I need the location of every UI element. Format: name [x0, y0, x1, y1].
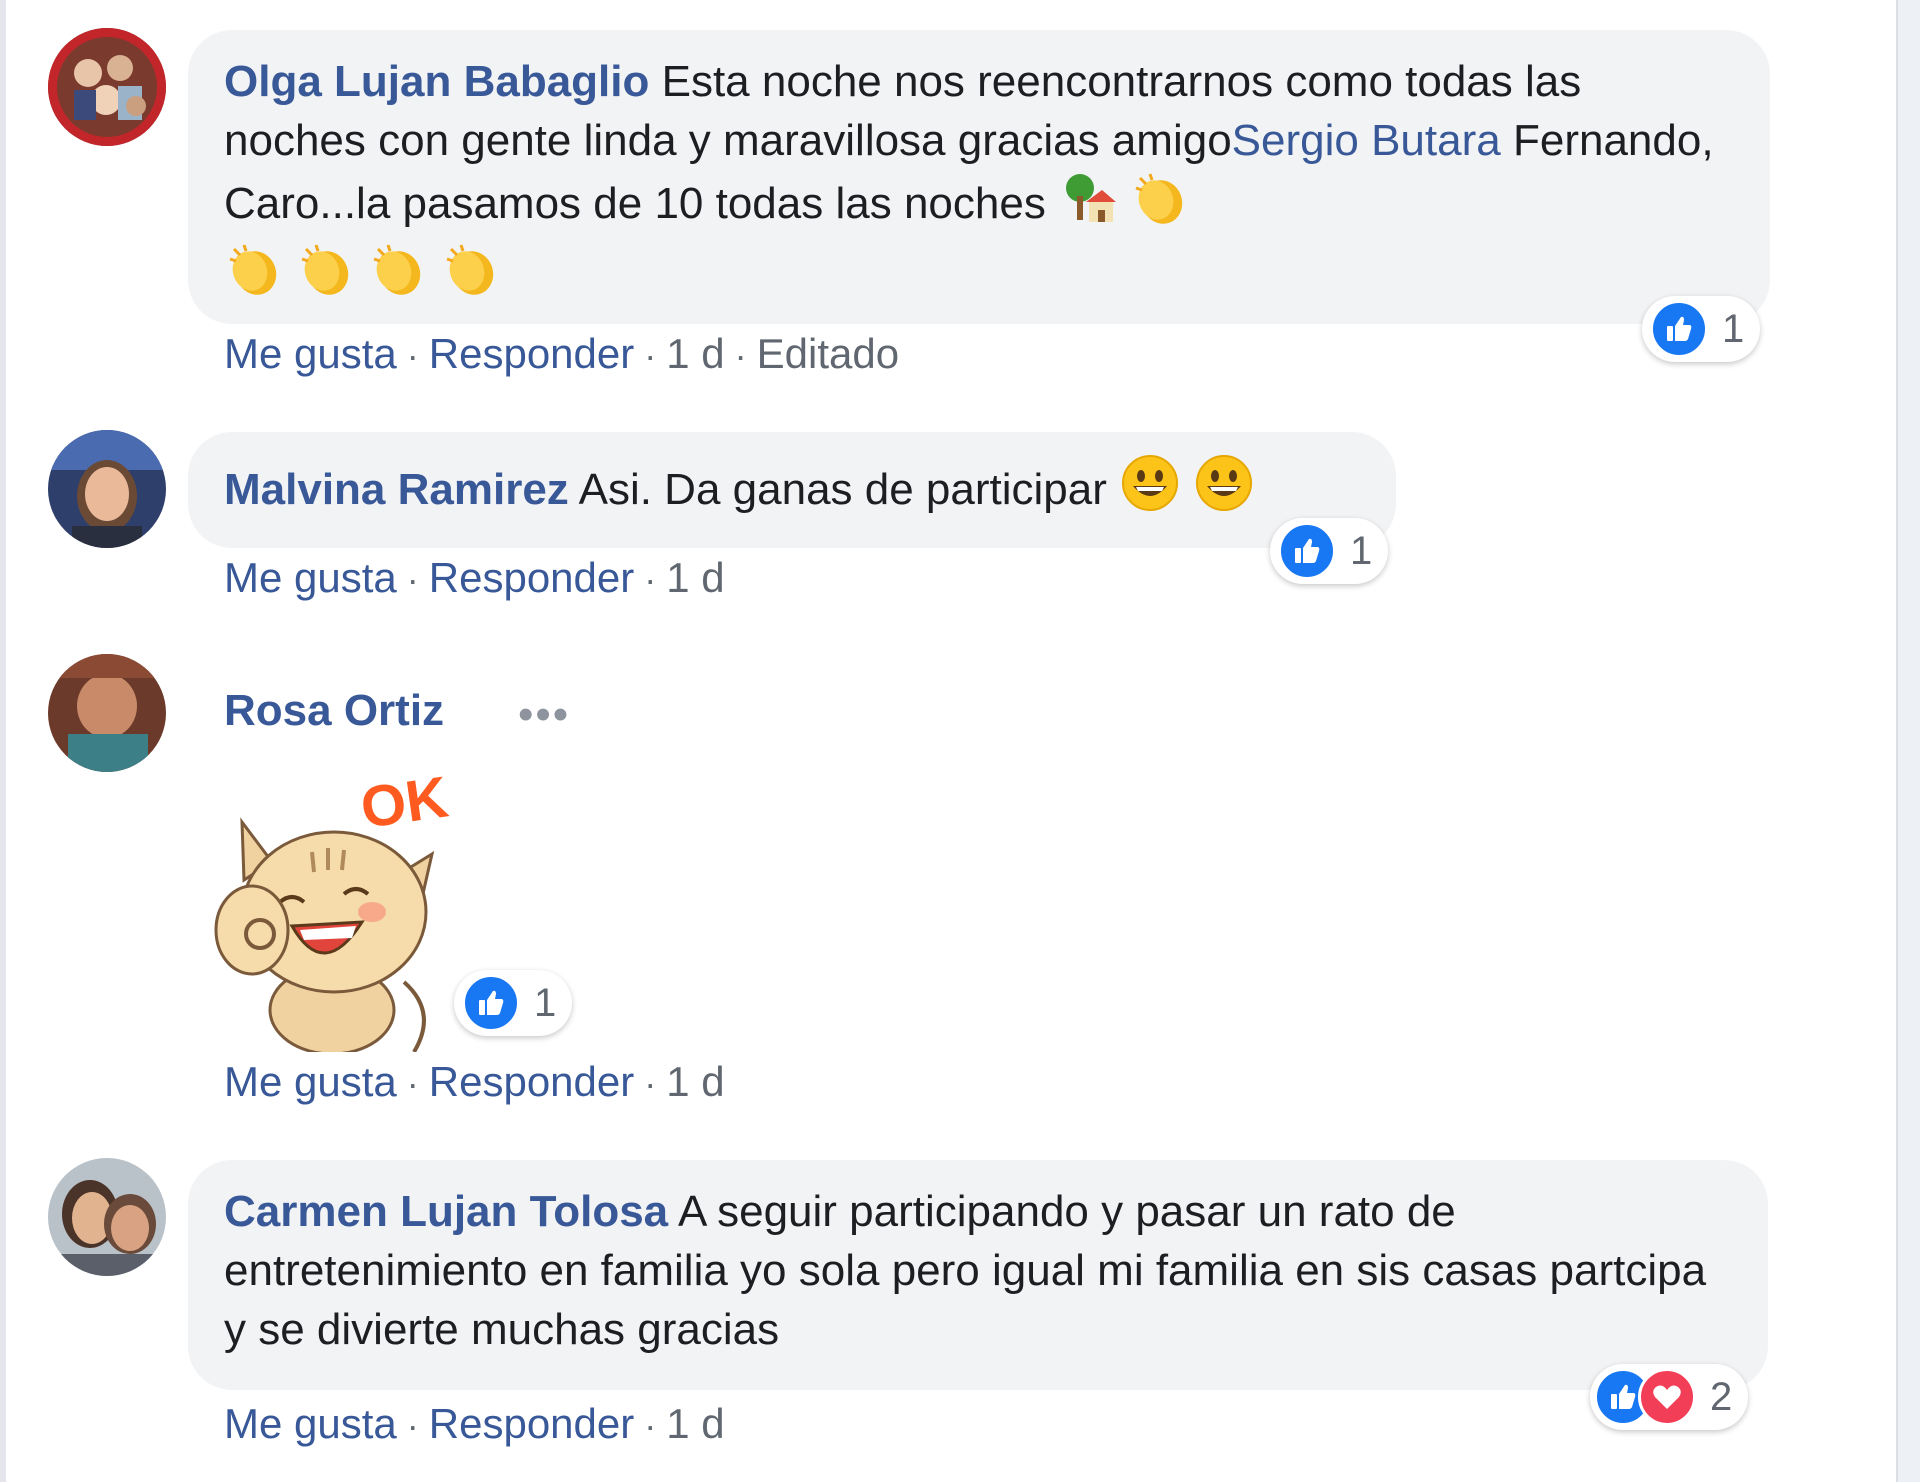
separator: · [406, 1063, 419, 1104]
like-button[interactable]: Me gusta [224, 330, 397, 377]
separator: · [734, 335, 747, 376]
separator: · [406, 335, 419, 376]
reply-button[interactable]: Responder [429, 1400, 634, 1447]
mention-link[interactable]: Sergio Butara [1232, 116, 1501, 165]
reply-button[interactable]: Responder [429, 1058, 634, 1105]
separator: · [406, 1405, 419, 1446]
reply-button[interactable]: Responder [429, 330, 634, 377]
avatar[interactable] [48, 654, 166, 772]
like-reaction-icon [1278, 522, 1336, 580]
separator: · [644, 1405, 657, 1446]
avatar[interactable] [48, 28, 166, 146]
comment-bubble: Malvina Ramirez Asi. Da ganas de partici… [188, 432, 1396, 548]
avatar[interactable] [48, 1158, 166, 1276]
reaction-count: 1 [1722, 306, 1745, 351]
comment-bubble: Carmen Lujan Tolosa A seguir participand… [188, 1160, 1768, 1390]
edited-label[interactable]: Editado [757, 330, 899, 377]
scrollbar-track[interactable] [1896, 0, 1920, 1482]
clapping-hands-emoji [443, 241, 499, 312]
reaction-summary[interactable]: 1 [1642, 296, 1761, 362]
comment-actions: Me gusta · Responder · 1 d [224, 1058, 725, 1106]
comment-actions: Me gusta · Responder · 1 d [224, 554, 725, 602]
like-reaction-icon [462, 974, 520, 1032]
left-border [0, 0, 6, 1482]
reaction-summary[interactable]: 2 [1590, 1364, 1749, 1430]
like-button[interactable]: Me gusta [224, 1058, 397, 1105]
separator: · [644, 559, 657, 600]
grinning-face-emoji [1195, 454, 1253, 527]
clapping-hands-emoji [1132, 170, 1188, 241]
tree-house-emoji [1060, 172, 1117, 241]
reaction-count: 2 [1710, 1374, 1733, 1419]
separator: · [644, 1063, 657, 1104]
like-button[interactable]: Me gusta [224, 1400, 397, 1447]
reaction-summary[interactable]: 1 [454, 970, 573, 1036]
separator: · [406, 559, 419, 600]
reaction-summary[interactable]: 1 [1270, 518, 1389, 584]
comment-text: Asi. Da ganas de participar [578, 465, 1107, 514]
reply-button[interactable]: Responder [429, 554, 634, 601]
reaction-count: 1 [534, 980, 557, 1025]
timestamp[interactable]: 1 d [666, 554, 724, 601]
comment-actions: Me gusta · Responder · 1 d [224, 1400, 725, 1448]
avatar[interactable] [48, 430, 166, 548]
more-options-icon[interactable]: ••• [518, 690, 570, 740]
timestamp[interactable]: 1 d [666, 1400, 724, 1447]
comment-author[interactable]: Rosa Ortiz [224, 686, 444, 736]
timestamp[interactable]: 1 d [666, 1058, 724, 1105]
separator: · [644, 335, 657, 376]
like-reaction-icon [1650, 300, 1708, 358]
comment-author[interactable]: Carmen Lujan Tolosa [224, 1187, 668, 1236]
timestamp[interactable]: 1 d [666, 330, 724, 377]
clapping-hands-emoji [226, 241, 282, 312]
clapping-hands-emoji [298, 241, 354, 312]
comment-actions: Me gusta · Responder · 1 d · Editado [224, 330, 899, 378]
love-reaction-icon [1638, 1368, 1696, 1426]
comment-bubble: Olga Lujan Babaglio Esta noche nos reenc… [188, 30, 1770, 324]
clapping-hands-emoji [370, 241, 426, 312]
like-button[interactable]: Me gusta [224, 554, 397, 601]
grinning-face-emoji [1121, 454, 1179, 527]
reaction-count: 1 [1350, 528, 1373, 573]
sticker-ok-text: OK [357, 764, 452, 840]
ok-cat-sticker[interactable]: OK [192, 762, 462, 1056]
comment-author[interactable]: Malvina Ramirez [224, 465, 569, 514]
comment-author[interactable]: Olga Lujan Babaglio [224, 57, 649, 106]
